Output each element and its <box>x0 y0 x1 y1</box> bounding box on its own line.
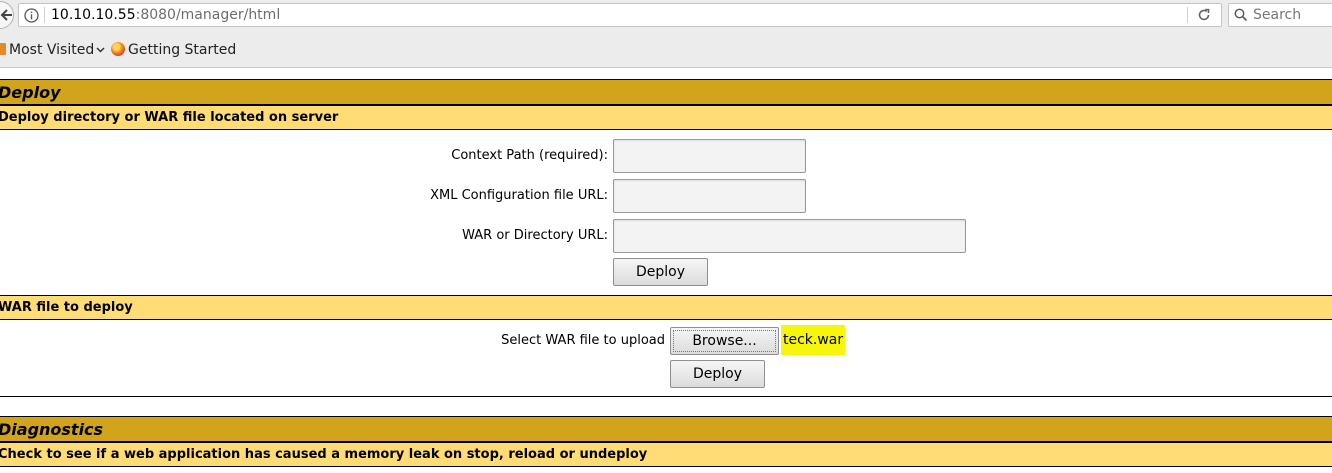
reload-separator <box>1187 7 1188 23</box>
manager-page: Deploy Deploy directory or WAR file loca… <box>0 68 1332 473</box>
reload-icon[interactable] <box>1197 8 1211 22</box>
xml-config-input[interactable] <box>613 179 806 213</box>
browse-focus-ring <box>673 330 776 352</box>
address-text[interactable]: 10.10.10.55:8080/manager/html <box>51 7 280 23</box>
back-arrow-icon <box>0 9 12 21</box>
back-button[interactable] <box>0 1 14 29</box>
bookmark-label: Getting Started <box>128 42 237 58</box>
war-deploy-button[interactable]: Deploy <box>670 360 765 388</box>
war-upload-header: WAR file to deploy <box>0 295 1332 320</box>
bookmark-label: Most Visited <box>9 42 95 58</box>
war-dir-label: WAR or Directory URL: <box>462 228 608 243</box>
browse-button[interactable]: Browse... <box>670 327 779 355</box>
navigation-toolbar: 10.10.10.55:8080/manager/html Search <box>0 0 1332 30</box>
diagnostics-header: Check to see if a web application has ca… <box>0 442 1332 467</box>
bookmark-most-visited[interactable]: Most Visited <box>0 42 105 58</box>
address-separator <box>44 7 45 23</box>
info-icon[interactable] <box>24 8 39 23</box>
deploy-title: Deploy <box>0 83 61 102</box>
war-upload-header-text: WAR file to deploy <box>0 300 133 315</box>
url-path: :8080/manager/html <box>135 7 281 23</box>
server-deploy-header: Deploy directory or WAR file located on … <box>0 105 1332 130</box>
diagnostics-title: Diagnostics <box>0 420 104 439</box>
search-input[interactable]: Search <box>1228 3 1332 27</box>
diagnostics-title-bar: Diagnostics <box>0 416 1332 442</box>
address-bar[interactable]: 10.10.10.55:8080/manager/html <box>18 3 1222 27</box>
selected-file-name: teck.war <box>781 325 846 355</box>
search-placeholder: Search <box>1253 7 1302 23</box>
context-path-input[interactable] <box>613 139 806 173</box>
chevron-down-icon <box>96 47 105 53</box>
section-divider <box>0 396 1332 397</box>
diagnostics-header-text: Check to see if a web application has ca… <box>0 447 648 462</box>
search-icon <box>1234 8 1248 22</box>
war-dir-input[interactable] <box>613 219 966 253</box>
firefox-icon <box>111 42 125 56</box>
server-deploy-button[interactable]: Deploy <box>613 258 708 286</box>
rss-folder-icon <box>0 43 6 55</box>
select-war-label: Select WAR file to upload <box>501 333 665 348</box>
bookmarks-toolbar: Most Visited Getting Started <box>0 30 1332 68</box>
xml-config-label: XML Configuration file URL: <box>430 188 608 203</box>
context-path-label: Context Path (required): <box>451 148 608 163</box>
server-deploy-header-text: Deploy directory or WAR file located on … <box>0 110 339 125</box>
url-host: 10.10.10.55 <box>51 7 136 23</box>
bookmark-getting-started[interactable]: Getting Started <box>111 42 236 58</box>
deploy-title-bar: Deploy <box>0 79 1332 105</box>
